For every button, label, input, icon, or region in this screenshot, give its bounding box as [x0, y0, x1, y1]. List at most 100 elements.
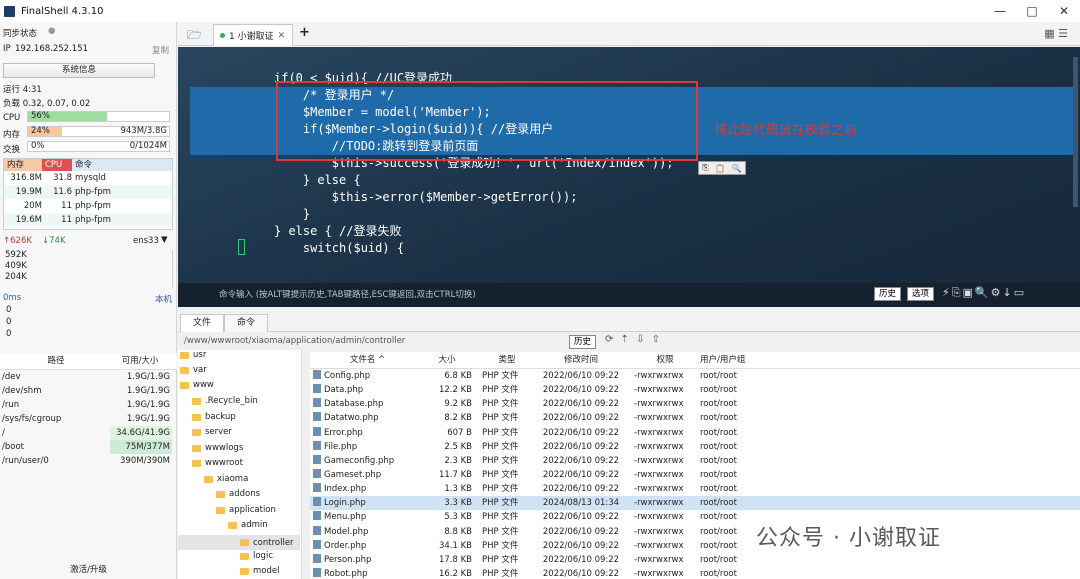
tree-node[interactable]: logic [240, 551, 273, 561]
close-button[interactable]: ✕ [1048, 4, 1080, 18]
tree-node[interactable]: server [192, 427, 232, 437]
copy-ip-button[interactable]: 复制 [152, 44, 169, 56]
cell-p: -rwxrwxrwx [634, 441, 684, 452]
tree-node[interactable]: usr [180, 350, 206, 360]
terminal[interactable]: if(0 < $uid){ //UC登录成功 /* 登录用户 */ $Membe… [178, 47, 1080, 283]
chevron-down-icon[interactable]: ▼ [161, 235, 168, 245]
table-row[interactable]: /dev 1.9G/1.9G [0, 370, 177, 384]
cell-s: 6.8 KB [444, 371, 472, 381]
cell-m: 2022/06/10 09:22 [542, 413, 620, 424]
cell-p: -rwxrwxrwx [634, 371, 684, 381]
maximize-button[interactable]: □ [1016, 4, 1048, 18]
table-row[interactable]: Menu.php 5.3 KB PHP 文件 2022/06/10 09:22 -rwx… [310, 510, 1080, 524]
tab-command[interactable]: 命令 [224, 314, 269, 332]
col-owner[interactable]: 用户/用户组 [696, 352, 756, 368]
tab-files[interactable]: 文件 [180, 314, 225, 332]
options-button[interactable]: 选项 [907, 287, 935, 301]
app-window: FinalShell 4.3.10 — □ ✕ 同步状态 ● IP 192.16… [0, 0, 1080, 579]
tree-node-selected[interactable]: controller [178, 535, 300, 550]
disk-header-size[interactable]: 可用/大小 [110, 353, 172, 369]
table-row[interactable]: /sys/fs/cgroup 1.9G/1.9G [0, 412, 177, 426]
cell-m: 2022/06/10 09:22 [542, 540, 620, 551]
table-row[interactable]: Data.php 12.2 KB PHP 文件 2022/06/10 09:22 -rw… [310, 383, 1080, 397]
php-file-icon [313, 468, 321, 478]
col-type[interactable]: 类型 [476, 352, 532, 368]
table-row[interactable]: 19.6M 11 php-fpm [4, 213, 172, 227]
ping-host[interactable]: 本机 [155, 293, 172, 305]
table-row[interactable]: Index.php 1.3 KB PHP 文件 2022/06/10 09:22 -rw… [310, 482, 1080, 496]
col-modified[interactable]: 修改时间 [532, 352, 630, 368]
cpu-label: CPU [3, 113, 21, 123]
table-row[interactable]: Config.php 6.8 KB PHP 文件 2022/06/10 09:22 -r… [310, 369, 1080, 383]
table-row[interactable]: /run 1.9G/1.9G [0, 398, 177, 412]
activate-upgrade-link[interactable]: 激活/升级 [0, 563, 177, 575]
command-bar: 命令输入 (按ALT键提示历史,TAB键路径,ESC键返回,双击CTRL切换) … [178, 283, 1080, 307]
table-row[interactable]: Database.php 9.2 KB PHP 文件 2022/06/10 09:22… [310, 397, 1080, 411]
net-interface-select[interactable]: ens33 [133, 236, 159, 246]
tab-session[interactable]: 1 小谢取证 ✕ [213, 24, 293, 46]
system-info-button[interactable]: 系统信息 [3, 63, 155, 78]
proc-header-mem[interactable]: 内存 [4, 159, 42, 171]
table-row[interactable]: Person.php 17.8 KB PHP 文件 2022/06/10 09:22 -… [310, 553, 1080, 567]
tree-node[interactable]: xiaoma [204, 474, 248, 484]
ip-value: 192.168.252.151 [15, 44, 89, 54]
search-icon[interactable]: 🔍 [732, 164, 742, 173]
tree-node[interactable]: addons [216, 489, 260, 499]
copy-icon[interactable]: ⎘ [702, 163, 708, 173]
folder-open-icon[interactable]: 🗁 [187, 26, 202, 47]
disk-header-path[interactable]: 路径 [0, 353, 110, 369]
table-row[interactable]: 316.8M 31.8 mysqld [4, 171, 172, 185]
cell-o: root/root [700, 469, 737, 480]
file-name: Config.php [324, 371, 371, 381]
cell-n: Config.php [310, 369, 422, 383]
table-row[interactable]: Gameconfig.php 2.3 KB PHP 文件 2022/06/10 09:… [310, 454, 1080, 468]
tree-node[interactable]: var [180, 365, 207, 375]
col-perms[interactable]: 权限 [630, 352, 696, 368]
path-history-button[interactable]: 历史 [569, 335, 597, 349]
table-row[interactable]: Login.php 3.3 KB PHP 文件 2024/08/13 01:34 -rw… [310, 496, 1080, 511]
load-average: 负载 0.32, 0.07, 0.02 [3, 99, 91, 109]
table-row[interactable]: /dev/shm 1.9G/1.9G [0, 384, 177, 398]
proc-header-cmd[interactable]: 命令 [72, 159, 95, 171]
file-name: Order.php [324, 540, 367, 551]
terminal-scrollbar[interactable] [1073, 57, 1078, 207]
col-name[interactable]: 文件名 ^ [310, 352, 422, 368]
net-scale-label: 204K [5, 272, 27, 282]
minimize-button[interactable]: — [984, 4, 1016, 18]
tree-node[interactable]: application [216, 505, 276, 515]
proc-header-cpu[interactable]: CPU [42, 159, 72, 171]
close-tab-icon[interactable]: ✕ [278, 31, 286, 41]
proc-cpu: 31.8 [53, 173, 72, 183]
add-tab-button[interactable]: + [299, 25, 310, 40]
table-row[interactable]: /run/user/0 390M/390M [0, 454, 177, 468]
table-row[interactable]: /boot 75M/377M [0, 440, 177, 454]
path-toolbar-icons[interactable]: ⟳ ⇡ ⇩ ⇧ [605, 334, 662, 345]
table-row[interactable]: Order.php 34.1 KB PHP 文件 2022/06/10 09:22 -r… [310, 539, 1080, 553]
cell-t: PHP 文件 [482, 441, 519, 452]
tree-node[interactable]: wwwroot [192, 458, 243, 468]
table-row[interactable]: Error.php 607 B PHP 文件 2022/06/10 09:22 -rwx… [310, 426, 1080, 440]
col-size[interactable]: 大小 [422, 352, 476, 368]
tree-node[interactable]: wwwlogs [192, 443, 243, 453]
paste-icon[interactable]: 📋 [715, 164, 725, 173]
table-row[interactable]: Robot.php 16.2 KB PHP 文件 2022/06/10 09:22 -r… [310, 567, 1080, 579]
tree-node[interactable]: admin [228, 520, 268, 530]
tree-node[interactable]: backup [192, 412, 236, 422]
grid-layout-icon[interactable]: ▦ ☰ [1044, 27, 1068, 40]
tree-node[interactable]: model [240, 566, 279, 576]
cell-n: Error.php [310, 426, 422, 440]
table-row[interactable]: 19.9M 11.6 php-fpm [4, 185, 172, 199]
table-row[interactable]: Model.php 8.8 KB PHP 文件 2022/06/10 09:22 -rw… [310, 525, 1080, 539]
tree-node[interactable]: .Recycle_bin [192, 396, 258, 406]
path-input[interactable]: /www/wwwroot/xiaoma/application/admin/co… [184, 336, 405, 346]
command-input[interactable]: 命令输入 (按ALT键提示历史,TAB键路径,ESC键返回,双击CTRL切换) [219, 288, 476, 300]
table-row[interactable]: Gameset.php 11.7 KB PHP 文件 2022/06/10 09:22… [310, 468, 1080, 482]
folder-icon [240, 552, 249, 560]
table-row[interactable]: Datatwo.php 8.2 KB PHP 文件 2022/06/10 09:22 -… [310, 411, 1080, 425]
history-button[interactable]: 历史 [874, 287, 902, 301]
table-row[interactable]: File.php 2.5 KB PHP 文件 2022/06/10 09:22 -rwx… [310, 440, 1080, 454]
table-row[interactable]: / 34.6G/41.9G [0, 426, 177, 440]
command-toolbar-icons[interactable]: ⚡⎘▣🔍⚙↓▭ [942, 286, 1026, 300]
tree-node[interactable]: www [180, 380, 214, 390]
table-row[interactable]: 20M 11 php-fpm [4, 199, 172, 213]
